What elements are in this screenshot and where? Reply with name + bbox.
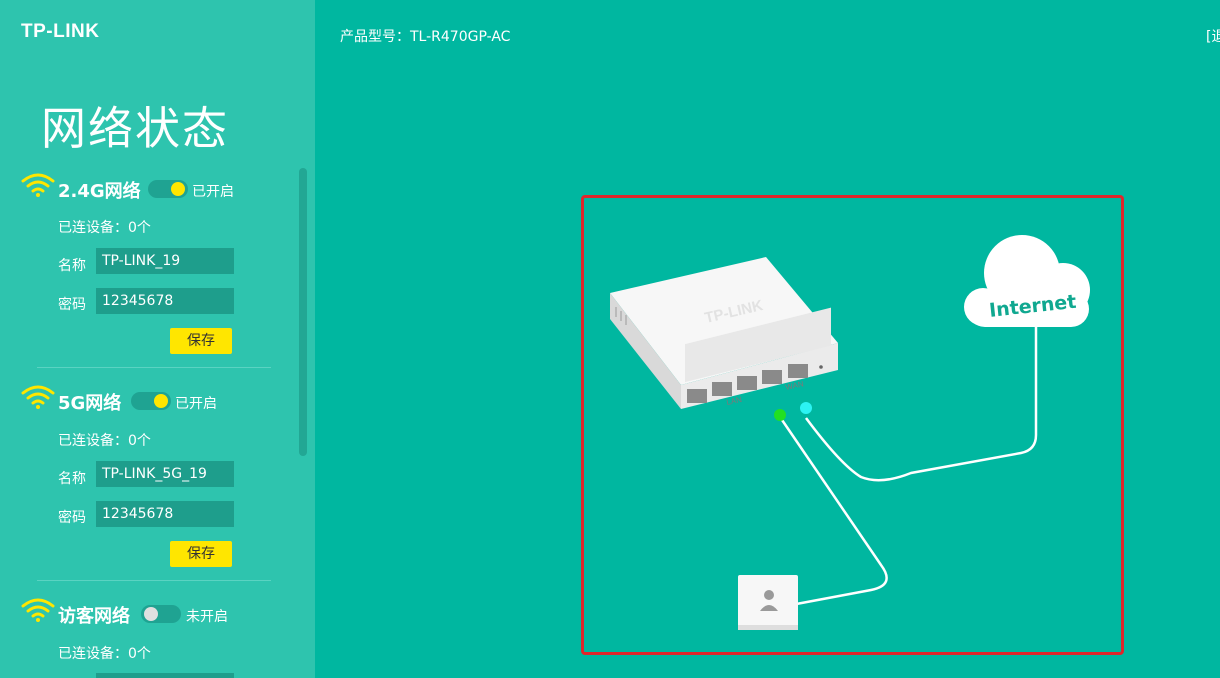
section-divider xyxy=(37,580,271,581)
network-24g-status: 已开启 xyxy=(192,184,234,200)
network-5g-status: 已开启 xyxy=(175,396,217,412)
network-24g-section: 2.4G网络 已开启 已连设备：0个 名称 TP-LINK_19 密码 1234… xyxy=(0,172,300,372)
network-5g-save-button[interactable]: 保存 xyxy=(170,541,232,567)
product-model: 产品型号：TL-R470GP-AC xyxy=(340,29,511,45)
lan-port-label: LAN xyxy=(726,395,743,407)
wifi-icon xyxy=(21,385,55,409)
logout-link[interactable]: [退 xyxy=(1206,26,1220,46)
wifi-icon xyxy=(21,173,55,197)
wifi-icon xyxy=(21,598,55,622)
lan-led-icon xyxy=(774,409,786,421)
toggle-knob xyxy=(171,182,185,196)
network-5g-name-input[interactable]: TP-LINK_5G_19 xyxy=(96,461,234,487)
section-divider xyxy=(37,367,271,368)
network-24g-password-label: 密码 xyxy=(58,297,86,313)
network-24g-name-label: 名称 xyxy=(58,258,86,274)
network-5g-title: 5G网络 xyxy=(58,393,122,414)
network-24g-name-input[interactable]: TP-LINK_19 xyxy=(96,248,234,274)
user-device-icon[interactable] xyxy=(738,575,798,630)
network-5g-password-label: 密码 xyxy=(58,510,86,526)
network-guest-name-input[interactable] xyxy=(96,673,234,678)
network-5g-connected: 已连设备：0个 xyxy=(58,433,151,449)
network-24g-save-button[interactable]: 保存 xyxy=(170,328,232,354)
network-guest-title: 访客网络 xyxy=(58,606,130,627)
network-guest-status: 未开启 xyxy=(186,609,228,625)
network-24g-toggle[interactable] xyxy=(148,180,188,198)
page-title: 网络状态 xyxy=(41,102,230,155)
sidebar-scrollbar[interactable] xyxy=(299,168,307,456)
tp-link-logo: TP-LINK xyxy=(21,21,100,42)
sidebar: TP-LINK 网络状态 2.4G网络 已开启 已连设备：0个 名称 TP-LI… xyxy=(0,0,315,678)
network-diagram: TP-LINK LAN WAN Internet xyxy=(610,235,1090,630)
network-5g-password-input[interactable]: 12345678 xyxy=(96,501,234,527)
wan-cable xyxy=(804,305,1038,482)
network-5g-toggle[interactable] xyxy=(131,392,171,410)
toggle-knob xyxy=(154,394,168,408)
toggle-knob xyxy=(144,607,158,621)
network-guest-connected: 已连设备：0个 xyxy=(58,646,151,662)
network-5g-name-label: 名称 xyxy=(58,471,86,487)
network-guest-toggle[interactable] xyxy=(141,605,181,623)
network-5g-section: 5G网络 已开启 已连设备：0个 名称 TP-LINK_5G_19 密码 123… xyxy=(0,384,300,584)
network-24g-connected: 已连设备：0个 xyxy=(58,220,151,236)
wan-led-icon xyxy=(800,402,812,414)
network-24g-password-input[interactable]: 12345678 xyxy=(96,288,234,314)
network-guest-section: 访客网络 未开启 已连设备：0个 xyxy=(0,597,300,678)
network-24g-title: 2.4G网络 xyxy=(58,181,141,202)
